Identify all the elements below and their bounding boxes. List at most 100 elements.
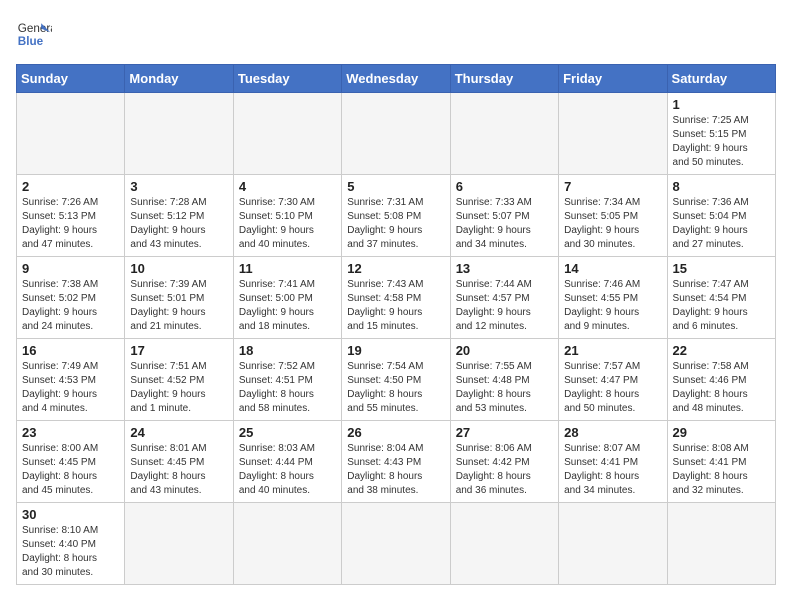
calendar-cell: 21 Sunrise: 7:57 AM Sunset: 4:47 PM Dayli… [559, 339, 667, 421]
calendar-row-0: 1 Sunrise: 7:25 AM Sunset: 5:15 PM Daylig… [17, 93, 776, 175]
header-wednesday: Wednesday [342, 65, 450, 93]
day-info: Sunrise: 7:33 AM Sunset: 5:07 PM Dayligh… [456, 196, 553, 252]
calendar-cell: 25 Sunrise: 8:03 AM Sunset: 4:44 PM Dayli… [233, 421, 341, 503]
day-number: 23 [22, 425, 119, 440]
header-thursday: Thursday [450, 65, 558, 93]
day-info: Sunrise: 7:43 AM Sunset: 4:58 PM Dayligh… [347, 278, 444, 334]
calendar-cell [667, 503, 775, 585]
logo: General Blue [16, 16, 52, 52]
day-number: 25 [239, 425, 336, 440]
day-info: Sunrise: 7:30 AM Sunset: 5:10 PM Dayligh… [239, 196, 336, 252]
header-sunday: Sunday [17, 65, 125, 93]
calendar-cell: 26 Sunrise: 8:04 AM Sunset: 4:43 PM Dayli… [342, 421, 450, 503]
svg-text:General: General [18, 22, 52, 35]
calendar-cell [559, 503, 667, 585]
day-number: 18 [239, 343, 336, 358]
page-header: General Blue [16, 16, 776, 52]
day-info: Sunrise: 7:58 AM Sunset: 4:46 PM Dayligh… [673, 360, 770, 416]
calendar-cell [233, 503, 341, 585]
calendar-cell: 6 Sunrise: 7:33 AM Sunset: 5:07 PM Daylig… [450, 175, 558, 257]
calendar-cell: 15Sunrise: 7:47 AM Sunset: 4:54 PM Dayli… [667, 257, 775, 339]
day-number: 10 [130, 261, 227, 276]
day-info: Sunrise: 8:04 AM Sunset: 4:43 PM Dayligh… [347, 442, 444, 498]
calendar-cell: 10 Sunrise: 7:39 AM Sunset: 5:01 PM Dayli… [125, 257, 233, 339]
calendar-cell: 23 Sunrise: 8:00 AM Sunset: 4:45 PM Dayli… [17, 421, 125, 503]
day-number: 14 [564, 261, 661, 276]
day-number: 12 [347, 261, 444, 276]
day-number: 21 [564, 343, 661, 358]
day-number: 6 [456, 179, 553, 194]
day-info: Sunrise: 7:52 AM Sunset: 4:51 PM Dayligh… [239, 360, 336, 416]
calendar-cell: 30 Sunrise: 8:10 AM Sunset: 4:40 PM Dayli… [17, 503, 125, 585]
calendar-row-3: 16Sunrise: 7:49 AM Sunset: 4:53 PM Dayli… [17, 339, 776, 421]
day-info: Sunrise: 8:10 AM Sunset: 4:40 PM Dayligh… [22, 524, 119, 580]
day-info: Sunrise: 8:01 AM Sunset: 4:45 PM Dayligh… [130, 442, 227, 498]
calendar-cell: 1 Sunrise: 7:25 AM Sunset: 5:15 PM Daylig… [667, 93, 775, 175]
calendar-cell: 3Sunrise: 7:28 AM Sunset: 5:12 PM Daylig… [125, 175, 233, 257]
day-info: Sunrise: 7:57 AM Sunset: 4:47 PM Dayligh… [564, 360, 661, 416]
day-info: Sunrise: 7:31 AM Sunset: 5:08 PM Dayligh… [347, 196, 444, 252]
day-number: 22 [673, 343, 770, 358]
calendar-cell [233, 93, 341, 175]
day-number: 30 [22, 507, 119, 522]
day-number: 2 [22, 179, 119, 194]
day-info: Sunrise: 7:44 AM Sunset: 4:57 PM Dayligh… [456, 278, 553, 334]
day-info: Sunrise: 7:47 AM Sunset: 4:54 PM Dayligh… [673, 278, 770, 334]
calendar-cell: 22 Sunrise: 7:58 AM Sunset: 4:46 PM Dayli… [667, 339, 775, 421]
calendar-cell: 24 Sunrise: 8:01 AM Sunset: 4:45 PM Dayli… [125, 421, 233, 503]
calendar-cell: 9Sunrise: 7:38 AM Sunset: 5:02 PM Daylig… [17, 257, 125, 339]
day-info: Sunrise: 7:39 AM Sunset: 5:01 PM Dayligh… [130, 278, 227, 334]
calendar-cell [125, 503, 233, 585]
day-number: 7 [564, 179, 661, 194]
calendar-table: SundayMondayTuesdayWednesdayThursdayFrid… [16, 64, 776, 585]
header-saturday: Saturday [667, 65, 775, 93]
calendar-header-row: SundayMondayTuesdayWednesdayThursdayFrid… [17, 65, 776, 93]
header-monday: Monday [125, 65, 233, 93]
calendar-row-1: 2 Sunrise: 7:26 AM Sunset: 5:13 PM Daylig… [17, 175, 776, 257]
calendar-cell [559, 93, 667, 175]
calendar-cell [342, 503, 450, 585]
day-info: Sunrise: 7:55 AM Sunset: 4:48 PM Dayligh… [456, 360, 553, 416]
day-number: 24 [130, 425, 227, 440]
day-number: 29 [673, 425, 770, 440]
day-number: 19 [347, 343, 444, 358]
calendar-row-2: 9Sunrise: 7:38 AM Sunset: 5:02 PM Daylig… [17, 257, 776, 339]
day-info: Sunrise: 8:03 AM Sunset: 4:44 PM Dayligh… [239, 442, 336, 498]
calendar-cell: 2 Sunrise: 7:26 AM Sunset: 5:13 PM Daylig… [17, 175, 125, 257]
calendar-row-5: 30 Sunrise: 8:10 AM Sunset: 4:40 PM Dayli… [17, 503, 776, 585]
day-number: 8 [673, 179, 770, 194]
day-number: 26 [347, 425, 444, 440]
day-number: 17 [130, 343, 227, 358]
header-tuesday: Tuesday [233, 65, 341, 93]
calendar-row-4: 23 Sunrise: 8:00 AM Sunset: 4:45 PM Dayli… [17, 421, 776, 503]
calendar-cell [17, 93, 125, 175]
day-info: Sunrise: 8:06 AM Sunset: 4:42 PM Dayligh… [456, 442, 553, 498]
header-friday: Friday [559, 65, 667, 93]
day-number: 1 [673, 97, 770, 112]
calendar-cell [450, 503, 558, 585]
day-info: Sunrise: 8:00 AM Sunset: 4:45 PM Dayligh… [22, 442, 119, 498]
calendar-cell [342, 93, 450, 175]
day-info: Sunrise: 7:41 AM Sunset: 5:00 PM Dayligh… [239, 278, 336, 334]
day-info: Sunrise: 7:49 AM Sunset: 4:53 PM Dayligh… [22, 360, 119, 416]
day-info: Sunrise: 7:26 AM Sunset: 5:13 PM Dayligh… [22, 196, 119, 252]
calendar-cell: 8Sunrise: 7:36 AM Sunset: 5:04 PM Daylig… [667, 175, 775, 257]
calendar-cell: 13 Sunrise: 7:44 AM Sunset: 4:57 PM Dayli… [450, 257, 558, 339]
day-info: Sunrise: 7:25 AM Sunset: 5:15 PM Dayligh… [673, 114, 770, 170]
day-number: 11 [239, 261, 336, 276]
day-number: 3 [130, 179, 227, 194]
calendar-cell: 17 Sunrise: 7:51 AM Sunset: 4:52 PM Dayli… [125, 339, 233, 421]
calendar-cell: 28Sunrise: 8:07 AM Sunset: 4:41 PM Dayli… [559, 421, 667, 503]
day-info: Sunrise: 7:51 AM Sunset: 4:52 PM Dayligh… [130, 360, 227, 416]
calendar-cell: 27Sunrise: 8:06 AM Sunset: 4:42 PM Dayli… [450, 421, 558, 503]
day-info: Sunrise: 7:46 AM Sunset: 4:55 PM Dayligh… [564, 278, 661, 334]
day-number: 5 [347, 179, 444, 194]
day-number: 13 [456, 261, 553, 276]
calendar-cell: 7Sunrise: 7:34 AM Sunset: 5:05 PM Daylig… [559, 175, 667, 257]
day-info: Sunrise: 8:08 AM Sunset: 4:41 PM Dayligh… [673, 442, 770, 498]
calendar-cell: 19Sunrise: 7:54 AM Sunset: 4:50 PM Dayli… [342, 339, 450, 421]
calendar-cell [450, 93, 558, 175]
day-number: 20 [456, 343, 553, 358]
calendar-cell: 16Sunrise: 7:49 AM Sunset: 4:53 PM Dayli… [17, 339, 125, 421]
calendar-cell: 11 Sunrise: 7:41 AM Sunset: 5:00 PM Dayli… [233, 257, 341, 339]
